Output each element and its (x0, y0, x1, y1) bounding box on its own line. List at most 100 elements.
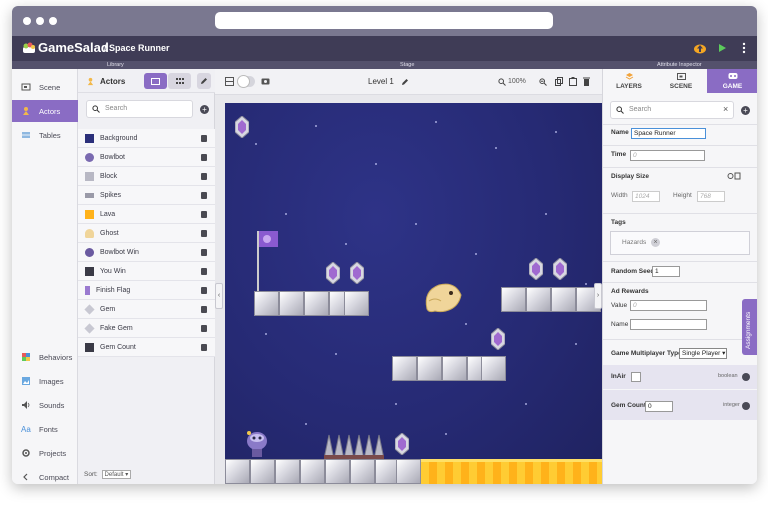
nav-item-scene[interactable]: Scene (12, 76, 78, 98)
nav-item-tables[interactable]: Tables (12, 124, 78, 146)
assignments-tab[interactable]: Assignments (742, 299, 757, 355)
actor-row-finish-flag[interactable]: Finish Flag (78, 281, 215, 300)
bowlbot-actor[interactable] (245, 429, 269, 459)
gem-actor[interactable] (491, 328, 505, 350)
actor-row-gem[interactable]: Gem (78, 300, 215, 319)
sort-select[interactable]: Default ▾ (101, 470, 132, 479)
nav-item-sounds[interactable]: Sounds (12, 394, 78, 416)
edit-actor-button[interactable] (197, 73, 211, 89)
block-actor[interactable] (501, 287, 526, 312)
add-attribute-button[interactable]: + (741, 106, 750, 115)
block-actor[interactable] (526, 287, 551, 312)
nav-item-behaviors[interactable]: Behaviors (12, 346, 78, 368)
collapse-library-handle[interactable]: ‹ (215, 283, 223, 309)
zoom-in-icon[interactable] (539, 78, 547, 86)
block-actor[interactable] (254, 291, 279, 316)
width-field[interactable]: 1024 (632, 191, 660, 202)
actor-row-fake-gem[interactable]: Fake Gem (78, 319, 215, 338)
nav-item-images[interactable]: Images (12, 370, 78, 392)
add-actor-button[interactable]: + (200, 105, 209, 114)
block-actor[interactable] (275, 459, 300, 484)
publish-button[interactable] (692, 40, 708, 56)
actor-row-spikes[interactable]: Spikes (78, 186, 215, 205)
block-actor[interactable] (304, 291, 329, 316)
actor-row-gem-count[interactable]: Gem Count (78, 338, 215, 357)
address-bar[interactable] (215, 12, 553, 29)
reward-value-field[interactable]: 0 (630, 300, 707, 311)
actor-row-bowlbot[interactable]: Bowlbot (78, 148, 215, 167)
block-actor[interactable] (350, 459, 375, 484)
trash-icon[interactable] (201, 325, 207, 332)
block-actor[interactable] (396, 459, 421, 484)
trash-icon[interactable] (201, 173, 207, 180)
copy-icon[interactable] (555, 77, 563, 86)
zoom-out-icon[interactable] (498, 78, 506, 86)
nav-item-compact[interactable]: Compact (12, 466, 78, 484)
window-dot-close[interactable] (23, 17, 31, 25)
inspector-search-input[interactable]: Search (610, 101, 734, 119)
gem-actor[interactable] (529, 258, 543, 280)
trash-icon[interactable] (201, 268, 207, 275)
spikes-actor[interactable] (324, 433, 384, 459)
collapse-inspector-handle[interactable]: › (594, 283, 602, 309)
preview-button[interactable] (714, 40, 730, 56)
gem-actor[interactable] (395, 433, 409, 455)
gem-actor[interactable] (326, 262, 340, 284)
trash-icon[interactable] (201, 306, 207, 313)
block-actor[interactable] (225, 459, 250, 484)
block-actor[interactable] (300, 459, 325, 484)
tab-game[interactable]: GAME (707, 69, 757, 93)
remove-attribute-icon[interactable] (742, 402, 750, 410)
trash-icon[interactable] (201, 192, 207, 199)
tab-layers[interactable]: LAYERS (603, 69, 655, 93)
trash-icon[interactable] (201, 344, 207, 351)
finish-flag-actor[interactable] (255, 229, 279, 293)
library-search-input[interactable]: Search (86, 100, 193, 118)
actor-row-bowlbot-win[interactable]: Bowlbot Win (78, 243, 215, 262)
clear-search-icon[interactable]: × (723, 104, 728, 114)
nav-item-fonts[interactable]: Aa Fonts (12, 418, 78, 440)
delete-icon[interactable] (583, 77, 590, 86)
actor-row-you-win[interactable]: You Win (78, 262, 215, 281)
lava-actor[interactable] (421, 459, 602, 484)
actor-row-block[interactable]: Block (78, 167, 215, 186)
tab-scene[interactable]: SCENE (655, 69, 707, 93)
block-actor[interactable] (442, 356, 467, 381)
rotate-icon[interactable] (727, 172, 741, 180)
ghost-actor[interactable] (421, 279, 463, 315)
pencil-icon[interactable] (401, 78, 409, 86)
remove-tag-icon[interactable]: × (651, 238, 660, 247)
tags-box[interactable]: Hazards × (610, 231, 750, 255)
trash-icon[interactable] (201, 154, 207, 161)
name-field[interactable]: Space Runner (631, 128, 706, 139)
view-grid-button[interactable] (168, 73, 191, 89)
block-actor[interactable] (279, 291, 304, 316)
window-dot-minimize[interactable] (36, 17, 44, 25)
random-seed-field[interactable]: 1 (652, 266, 680, 277)
trash-icon[interactable] (201, 211, 207, 218)
height-field[interactable]: 768 (697, 191, 725, 202)
attribute-row-gem-count[interactable]: Gem Count 0 integer (603, 390, 757, 420)
block-actor[interactable] (250, 459, 275, 484)
block-actor[interactable] (417, 356, 442, 381)
paste-icon[interactable] (569, 77, 577, 86)
multiplayer-select[interactable]: Single Player ▾ (679, 348, 727, 359)
trash-icon[interactable] (201, 249, 207, 256)
block-actor[interactable] (551, 287, 576, 312)
time-field[interactable]: 0 (630, 150, 705, 161)
inair-checkbox[interactable] (631, 372, 641, 382)
trash-icon[interactable] (201, 230, 207, 237)
nav-item-projects[interactable]: Projects (12, 442, 78, 464)
stage-canvas[interactable] (225, 103, 602, 484)
actor-row-lava[interactable]: Lava (78, 205, 215, 224)
reward-name-field[interactable] (630, 319, 707, 330)
trash-icon[interactable] (201, 287, 207, 294)
block-actor[interactable] (325, 459, 350, 484)
block-actor[interactable] (344, 291, 369, 316)
toggle-switch[interactable] (237, 75, 255, 88)
window-dot-maximize[interactable] (49, 17, 57, 25)
nav-item-actors[interactable]: Actors (12, 100, 78, 122)
gem-count-field[interactable]: 0 (645, 401, 673, 412)
actor-row-ghost[interactable]: Ghost (78, 224, 215, 243)
level-title[interactable]: Level 1 (368, 77, 394, 86)
